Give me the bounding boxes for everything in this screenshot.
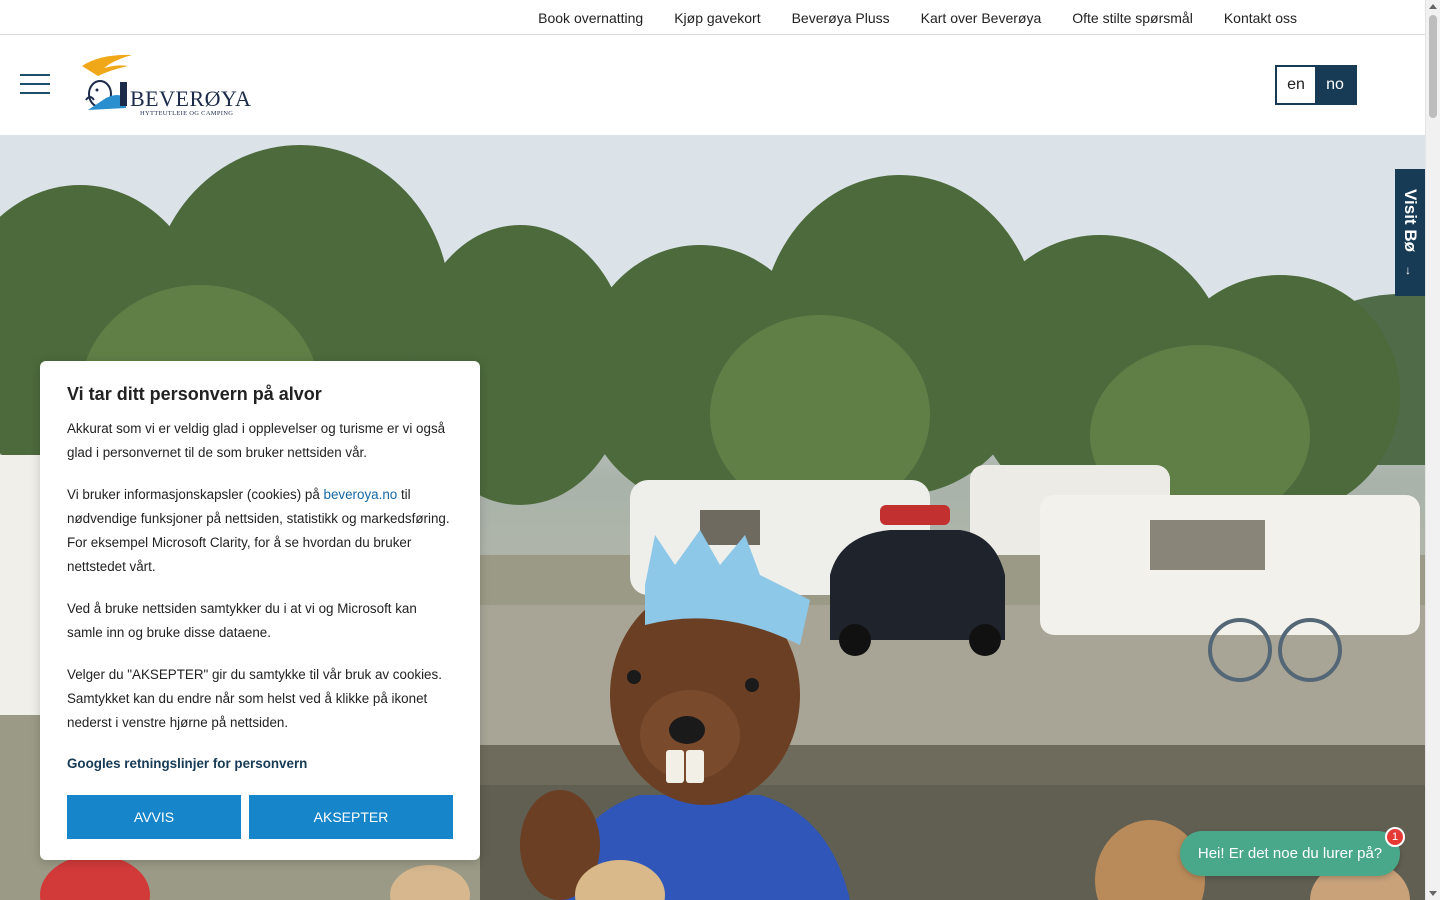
reject-button[interactable]: AVVIS [67, 795, 241, 839]
scroll-up-icon[interactable] [1429, 4, 1437, 9]
chat-notification-badge: 1 [1385, 827, 1405, 847]
beveroya-link[interactable]: beveroya.no [324, 487, 398, 502]
top-nav: Book overnatting Kjøp gavekort Beverøya … [538, 0, 1297, 35]
arrow-down-icon: ↓ [1405, 263, 1411, 277]
nav-book-overnatting[interactable]: Book overnatting [538, 10, 643, 26]
nav-kjop-gavekort[interactable]: Kjøp gavekort [674, 10, 760, 26]
beaver-logo-icon [82, 54, 132, 110]
site-logo[interactable]: BEVERØYA HYTTEUTLEIE OG CAMPING [78, 52, 251, 118]
lang-no-button[interactable]: no [1315, 67, 1355, 103]
site-header: BEVERØYA HYTTEUTLEIE OG CAMPING en no [0, 36, 1425, 135]
logo-wordmark: BEVERØYA [130, 86, 252, 111]
visit-bo-label: Visit Bø [1401, 189, 1420, 252]
logo-tagline: HYTTEUTLEIE OG CAMPING [140, 110, 234, 117]
language-switcher: en no [1275, 65, 1357, 105]
cookie-paragraph-4: Velger du "AKSEPTER" gir du samtykke til… [67, 667, 442, 730]
google-privacy-link[interactable]: Googles retningslinjer for personvern [67, 752, 453, 776]
nav-kart[interactable]: Kart over Beverøya [921, 10, 1042, 26]
cookie-paragraph-3: Ved å bruke nettsiden samtykker du i at … [67, 601, 417, 640]
page-scrollbar[interactable] [1425, 0, 1440, 900]
chat-widget-button[interactable]: Hei! Er det noe du lurer på? [1180, 831, 1400, 876]
hamburger-menu-icon[interactable] [20, 74, 50, 96]
cookie-p2-before: Vi bruker informasjonskapsler (cookies) … [67, 487, 324, 502]
cookie-paragraph-1: Akkurat som vi er veldig glad i opplevel… [67, 421, 446, 460]
cookie-paragraph-2: Vi bruker informasjonskapsler (cookies) … [67, 483, 453, 579]
lang-en-button[interactable]: en [1277, 67, 1315, 103]
accept-button[interactable]: AKSEPTER [249, 795, 453, 839]
cookie-title: Vi tar ditt personvern på alvor [67, 384, 322, 404]
scroll-down-icon[interactable] [1429, 891, 1437, 896]
visit-bo-tab[interactable]: Visit Bø ↓ [1395, 169, 1425, 296]
top-utility-bar: Book overnatting Kjøp gavekort Beverøya … [0, 0, 1425, 35]
cookie-buttons: AVVIS AKSEPTER [67, 795, 453, 839]
nav-kontakt[interactable]: Kontakt oss [1224, 10, 1297, 26]
nav-beveroya-pluss[interactable]: Beverøya Pluss [792, 10, 890, 26]
scrollbar-thumb[interactable] [1429, 15, 1437, 118]
cookie-consent-dialog: Vi tar ditt personvern på alvor Akkurat … [40, 361, 480, 860]
nav-faq[interactable]: Ofte stilte spørsmål [1072, 10, 1193, 26]
